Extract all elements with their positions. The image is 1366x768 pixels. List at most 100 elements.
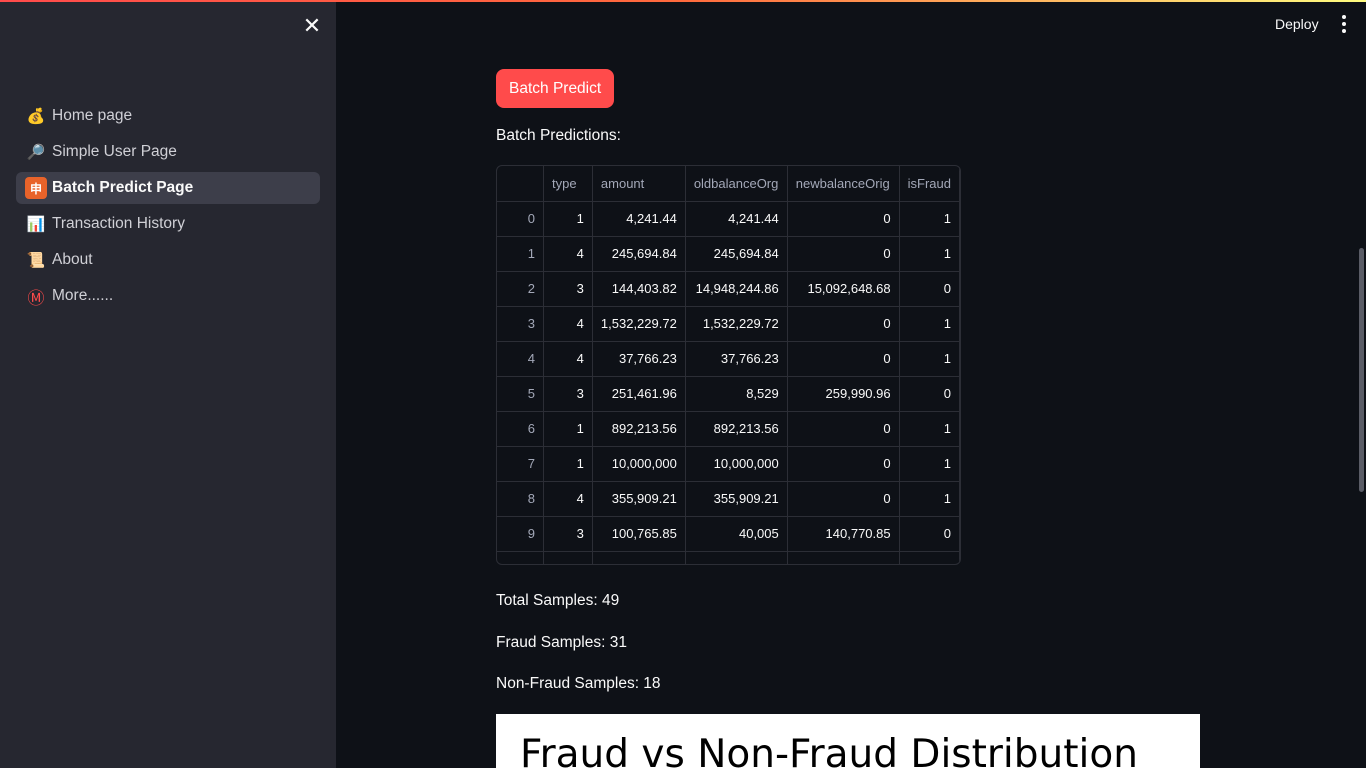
table-cell[interactable]: 37,766.23	[685, 341, 788, 377]
main-menu-icon[interactable]	[1334, 12, 1354, 36]
batch-predictions-label: Batch Predictions:	[496, 127, 621, 144]
table-row: 9 3 100,765.85 40,005 140,770.85 0	[497, 516, 960, 552]
sidebar-item-batch-predict[interactable]: 申 Batch Predict Page	[16, 172, 320, 204]
table-cell[interactable]: 4	[543, 236, 593, 272]
table-row: 4 4 37,766.23 37,766.23 0 1	[497, 341, 960, 377]
column-header[interactable]: amount	[592, 166, 686, 202]
chart-title: Fraud vs Non-Fraud Distribution	[520, 732, 1138, 768]
table-cell[interactable]: 40,005	[685, 516, 788, 552]
table-row: 5 3 251,461.96 8,529 259,990.96 0	[497, 376, 960, 412]
table-cell[interactable]: 15,092,648.68	[787, 271, 900, 307]
sidebar-item-transaction-history[interactable]: 📊 Transaction History	[16, 208, 320, 240]
table-cell[interactable]: 1	[899, 446, 960, 482]
row-index-cell[interactable]: 0	[497, 201, 545, 237]
table-cell[interactable]: 892,213.56	[685, 411, 788, 447]
table-cell[interactable]: 0	[899, 376, 960, 412]
table-cell[interactable]: 8,529	[685, 376, 788, 412]
table-cell	[899, 551, 960, 564]
table-cell[interactable]: 0	[899, 516, 960, 552]
sidebar-item-simple-user[interactable]: 🔎 Simple User Page	[16, 136, 320, 168]
bar-chart-icon: 📊	[26, 216, 46, 233]
column-header[interactable]	[497, 166, 545, 202]
table-cell[interactable]: 10,000,000	[592, 446, 686, 482]
sidebar-item-home[interactable]: 💰 Home page	[16, 100, 320, 132]
table-cell[interactable]: 259,990.96	[787, 376, 900, 412]
sidebar-item-label: Simple User Page	[52, 143, 177, 160]
table-cell[interactable]: 0	[787, 306, 900, 342]
table-cell	[685, 551, 788, 564]
batch-predict-button[interactable]: Batch Predict	[496, 69, 615, 108]
table-cell[interactable]: 1,532,229.72	[685, 306, 788, 342]
sidebar-item-more[interactable]: Ⓜ More......	[16, 280, 320, 312]
row-index-cell[interactable]: 9	[497, 516, 545, 552]
table-cell[interactable]: 3	[543, 376, 593, 412]
table-cell[interactable]: 1	[899, 201, 960, 237]
table-cell[interactable]: 1	[899, 236, 960, 272]
table-cell[interactable]: 0	[787, 341, 900, 377]
table-cell[interactable]: 1	[543, 201, 593, 237]
table-cell[interactable]: 37,766.23	[592, 341, 686, 377]
distribution-chart-image: Fraud vs Non-Fraud Distribution	[496, 714, 1200, 768]
table-cell[interactable]: 1	[899, 481, 960, 517]
table-cell	[497, 551, 545, 564]
table-cell[interactable]: 100,765.85	[592, 516, 686, 552]
table-cell[interactable]: 4,241.44	[592, 201, 686, 237]
table-cell	[543, 551, 593, 564]
table-cell[interactable]: 245,694.84	[685, 236, 788, 272]
table-cell[interactable]: 251,461.96	[592, 376, 686, 412]
table-cell[interactable]: 1	[899, 306, 960, 342]
table-cell[interactable]: 140,770.85	[787, 516, 900, 552]
table-cell[interactable]: 1,532,229.72	[592, 306, 686, 342]
column-header[interactable]: newbalanceOrig	[787, 166, 900, 202]
table-cell[interactable]: 0	[787, 236, 900, 272]
table-cell[interactable]: 4	[543, 306, 593, 342]
table-cell[interactable]: 355,909.21	[685, 481, 788, 517]
table-cell[interactable]: 1	[899, 411, 960, 447]
column-header[interactable]: type	[543, 166, 593, 202]
table-cell[interactable]: 4,241.44	[685, 201, 788, 237]
sidebar-item-label: Home page	[52, 107, 133, 124]
sidebar-item-about[interactable]: 📜 About	[16, 244, 320, 276]
table-cell	[787, 551, 900, 564]
sidebar-item-label: Transaction History	[52, 215, 185, 232]
table-cell[interactable]: 1	[899, 341, 960, 377]
table-row: 8 4 355,909.21 355,909.21 0 1	[497, 481, 960, 517]
table-cell[interactable]: 0	[899, 271, 960, 307]
row-index-cell[interactable]: 5	[497, 376, 545, 412]
row-index-cell[interactable]: 1	[497, 236, 545, 272]
deploy-button[interactable]: Deploy	[1262, 10, 1332, 38]
sidebar: ✕ 💰 Home page 🔎 Simple User Page 申 Batch…	[0, 0, 336, 768]
table-cell[interactable]: 144,403.82	[592, 271, 686, 307]
table-cell[interactable]: 10,000,000	[685, 446, 788, 482]
table-cell[interactable]: 4	[543, 341, 593, 377]
column-header[interactable]: oldbalanceOrg	[685, 166, 788, 202]
table-row: 7 1 10,000,000 10,000,000 0 1	[497, 446, 960, 482]
row-index-cell[interactable]: 4	[497, 341, 545, 377]
table-cell[interactable]: 892,213.56	[592, 411, 686, 447]
row-index-cell[interactable]: 7	[497, 446, 545, 482]
row-index-cell[interactable]: 8	[497, 481, 545, 517]
table-cell[interactable]: 3	[543, 516, 593, 552]
column-header[interactable]: isFraud	[899, 166, 960, 202]
table-cell[interactable]: 14,948,244.86	[685, 271, 788, 307]
table-cell[interactable]: 1	[543, 411, 593, 447]
table-cell[interactable]: 355,909.21	[592, 481, 686, 517]
table-cell[interactable]: 3	[543, 271, 593, 307]
row-index-cell[interactable]: 3	[497, 306, 545, 342]
page-scrollbar[interactable]	[1359, 248, 1364, 492]
row-index-cell[interactable]: 2	[497, 271, 545, 307]
total-samples-text: Total Samples: 49	[496, 592, 620, 609]
sidebar-item-label: Batch Predict Page	[52, 179, 194, 196]
table-cell[interactable]: 245,694.84	[592, 236, 686, 272]
table-cell[interactable]: 1	[543, 446, 593, 482]
table-cell[interactable]: 0	[787, 446, 900, 482]
table-header-row: type amount oldbalanceOrg newbalanceOrig…	[497, 166, 960, 202]
close-sidebar-icon[interactable]: ✕	[300, 14, 324, 38]
table-cell[interactable]: 0	[787, 201, 900, 237]
row-index-cell[interactable]: 6	[497, 411, 545, 447]
table-cell[interactable]: 4	[543, 481, 593, 517]
table-cell[interactable]: 0	[787, 481, 900, 517]
table-cell[interactable]: 0	[787, 411, 900, 447]
predictions-dataframe[interactable]: type amount oldbalanceOrg newbalanceOrig…	[496, 165, 961, 565]
nonfraud-samples-text: Non-Fraud Samples: 18	[496, 675, 661, 692]
